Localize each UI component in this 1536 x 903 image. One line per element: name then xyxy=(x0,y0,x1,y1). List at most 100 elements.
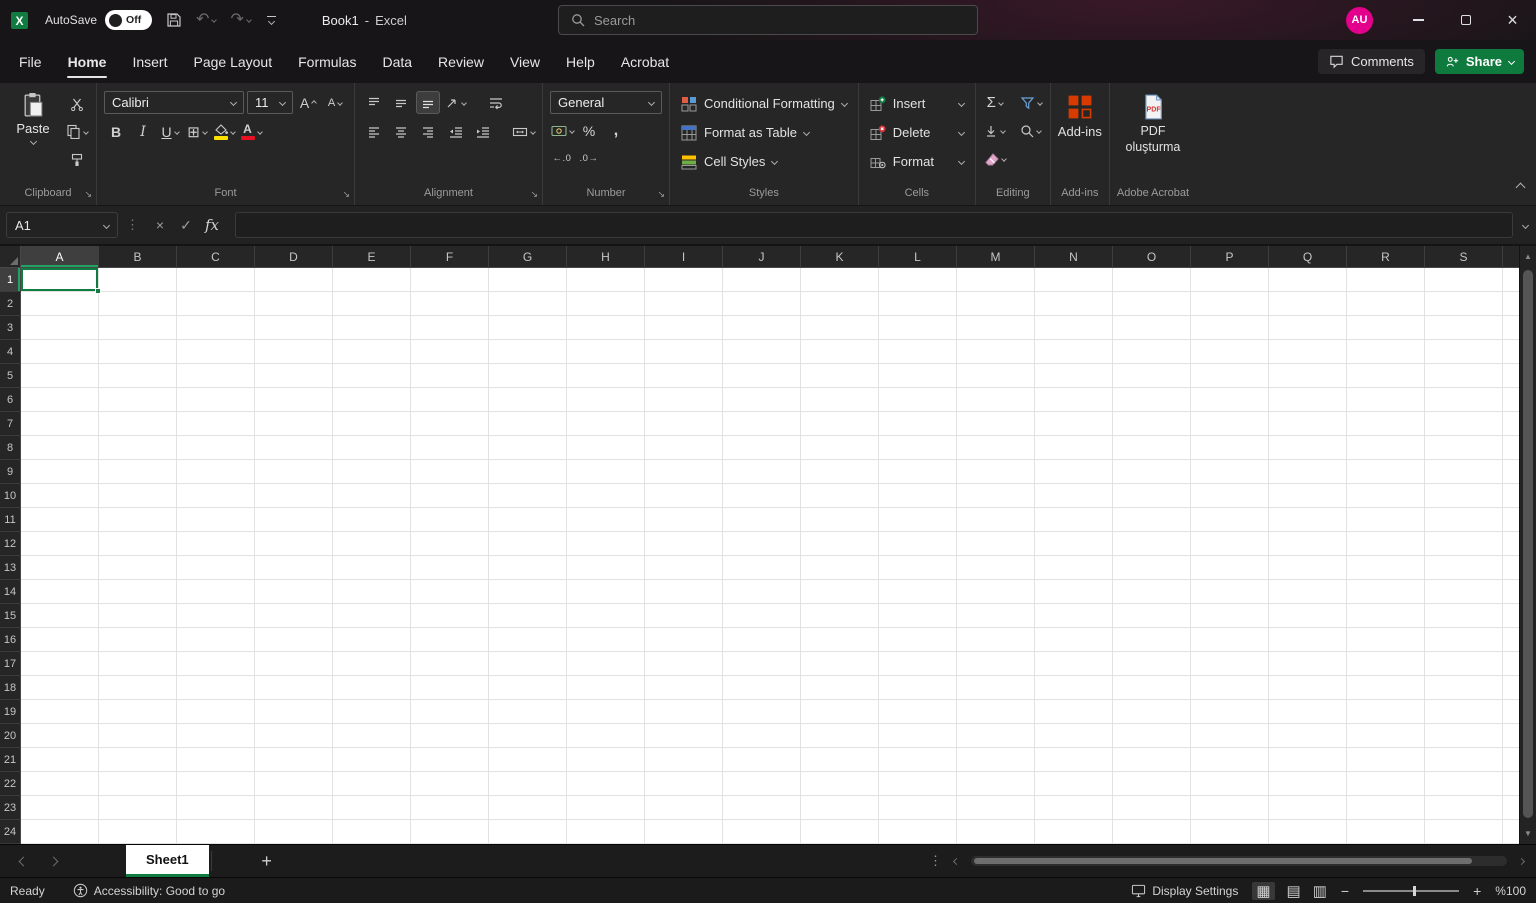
cell-L3[interactable] xyxy=(879,316,957,340)
cell-G17[interactable] xyxy=(489,652,567,676)
cell-F11[interactable] xyxy=(411,508,489,532)
cell-F10[interactable] xyxy=(411,484,489,508)
cell-B23[interactable] xyxy=(99,796,177,820)
cell-C5[interactable] xyxy=(177,364,255,388)
find-select-button[interactable] xyxy=(1019,119,1043,142)
cell-I14[interactable] xyxy=(645,580,723,604)
cell-G6[interactable] xyxy=(489,388,567,412)
cell-K12[interactable] xyxy=(801,532,879,556)
cell-M21[interactable] xyxy=(957,748,1035,772)
cell-S21[interactable] xyxy=(1425,748,1503,772)
accounting-dropdown-icon[interactable] xyxy=(568,127,575,134)
cut-button[interactable] xyxy=(65,92,89,115)
cell-P24[interactable] xyxy=(1191,820,1269,844)
number-format-select[interactable]: General xyxy=(550,91,662,114)
cell-F23[interactable] xyxy=(411,796,489,820)
save-button[interactable] xyxy=(166,12,182,28)
cell-C15[interactable] xyxy=(177,604,255,628)
cell-C23[interactable] xyxy=(177,796,255,820)
cell-P15[interactable] xyxy=(1191,604,1269,628)
cell-J7[interactable] xyxy=(723,412,801,436)
cell-A12[interactable] xyxy=(21,532,99,556)
cell-P17[interactable] xyxy=(1191,652,1269,676)
redo-button[interactable]: ↷ xyxy=(230,12,252,28)
cell-Q2[interactable] xyxy=(1269,292,1347,316)
ribbon-tab-home[interactable]: Home xyxy=(55,40,120,83)
cell-I4[interactable] xyxy=(645,340,723,364)
search-input[interactable] xyxy=(594,12,924,28)
cell-F18[interactable] xyxy=(411,676,489,700)
cell-J1[interactable] xyxy=(723,268,801,292)
cell-S2[interactable] xyxy=(1425,292,1503,316)
cell-O10[interactable] xyxy=(1113,484,1191,508)
cell-H3[interactable] xyxy=(567,316,645,340)
cell-G20[interactable] xyxy=(489,724,567,748)
cell-B3[interactable] xyxy=(99,316,177,340)
cell-E8[interactable] xyxy=(333,436,411,460)
cell-Q24[interactable] xyxy=(1269,820,1347,844)
cell-K6[interactable] xyxy=(801,388,879,412)
cell-M22[interactable] xyxy=(957,772,1035,796)
autosum-dropdown-icon[interactable] xyxy=(998,99,1004,106)
cell-M24[interactable] xyxy=(957,820,1035,844)
cell-D3[interactable] xyxy=(255,316,333,340)
cell-F9[interactable] xyxy=(411,460,489,484)
row-header-16[interactable]: 16 xyxy=(0,628,21,652)
cell-N18[interactable] xyxy=(1035,676,1113,700)
cell-B12[interactable] xyxy=(99,532,177,556)
cell-P5[interactable] xyxy=(1191,364,1269,388)
cell-E22[interactable] xyxy=(333,772,411,796)
cell-Q6[interactable] xyxy=(1269,388,1347,412)
cell-A11[interactable] xyxy=(21,508,99,532)
cell-L1[interactable] xyxy=(879,268,957,292)
cell-K9[interactable] xyxy=(801,460,879,484)
align-bottom-button[interactable] xyxy=(416,91,440,114)
column-header-A[interactable]: A xyxy=(21,246,99,268)
cell-G2[interactable] xyxy=(489,292,567,316)
cell-C12[interactable] xyxy=(177,532,255,556)
percent-style-button[interactable]: % xyxy=(577,119,601,142)
fill-dropdown-icon[interactable] xyxy=(1000,127,1007,134)
cell-F4[interactable] xyxy=(411,340,489,364)
cell-F22[interactable] xyxy=(411,772,489,796)
cell-O18[interactable] xyxy=(1113,676,1191,700)
cell-O23[interactable] xyxy=(1113,796,1191,820)
row-header-17[interactable]: 17 xyxy=(0,652,21,676)
cell-O21[interactable] xyxy=(1113,748,1191,772)
horizontal-scrollbar[interactable] xyxy=(971,856,1507,866)
cell-P22[interactable] xyxy=(1191,772,1269,796)
cell-D16[interactable] xyxy=(255,628,333,652)
cell-K1[interactable] xyxy=(801,268,879,292)
cell-A21[interactable] xyxy=(21,748,99,772)
cell-K22[interactable] xyxy=(801,772,879,796)
cell-R23[interactable] xyxy=(1347,796,1425,820)
fill-button[interactable] xyxy=(983,119,1007,142)
cell-C24[interactable] xyxy=(177,820,255,844)
cell-E7[interactable] xyxy=(333,412,411,436)
underline-dropdown-icon[interactable] xyxy=(173,128,180,135)
cell-J14[interactable] xyxy=(723,580,801,604)
cell-H22[interactable] xyxy=(567,772,645,796)
cell-S16[interactable] xyxy=(1425,628,1503,652)
cell-J2[interactable] xyxy=(723,292,801,316)
cell-S5[interactable] xyxy=(1425,364,1503,388)
cell-B19[interactable] xyxy=(99,700,177,724)
cell-R14[interactable] xyxy=(1347,580,1425,604)
cell-N4[interactable] xyxy=(1035,340,1113,364)
column-header-O[interactable]: O xyxy=(1113,246,1191,268)
cell-I11[interactable] xyxy=(645,508,723,532)
cell-R16[interactable] xyxy=(1347,628,1425,652)
cell-L10[interactable] xyxy=(879,484,957,508)
cell-R19[interactable] xyxy=(1347,700,1425,724)
cell-L4[interactable] xyxy=(879,340,957,364)
cell-C11[interactable] xyxy=(177,508,255,532)
cell-E23[interactable] xyxy=(333,796,411,820)
cell-E1[interactable] xyxy=(333,268,411,292)
cell-L24[interactable] xyxy=(879,820,957,844)
cell-G7[interactable] xyxy=(489,412,567,436)
cell-E9[interactable] xyxy=(333,460,411,484)
cell-M14[interactable] xyxy=(957,580,1035,604)
hscroll-right-icon[interactable] xyxy=(1517,857,1526,865)
cell-E5[interactable] xyxy=(333,364,411,388)
cell-M7[interactable] xyxy=(957,412,1035,436)
